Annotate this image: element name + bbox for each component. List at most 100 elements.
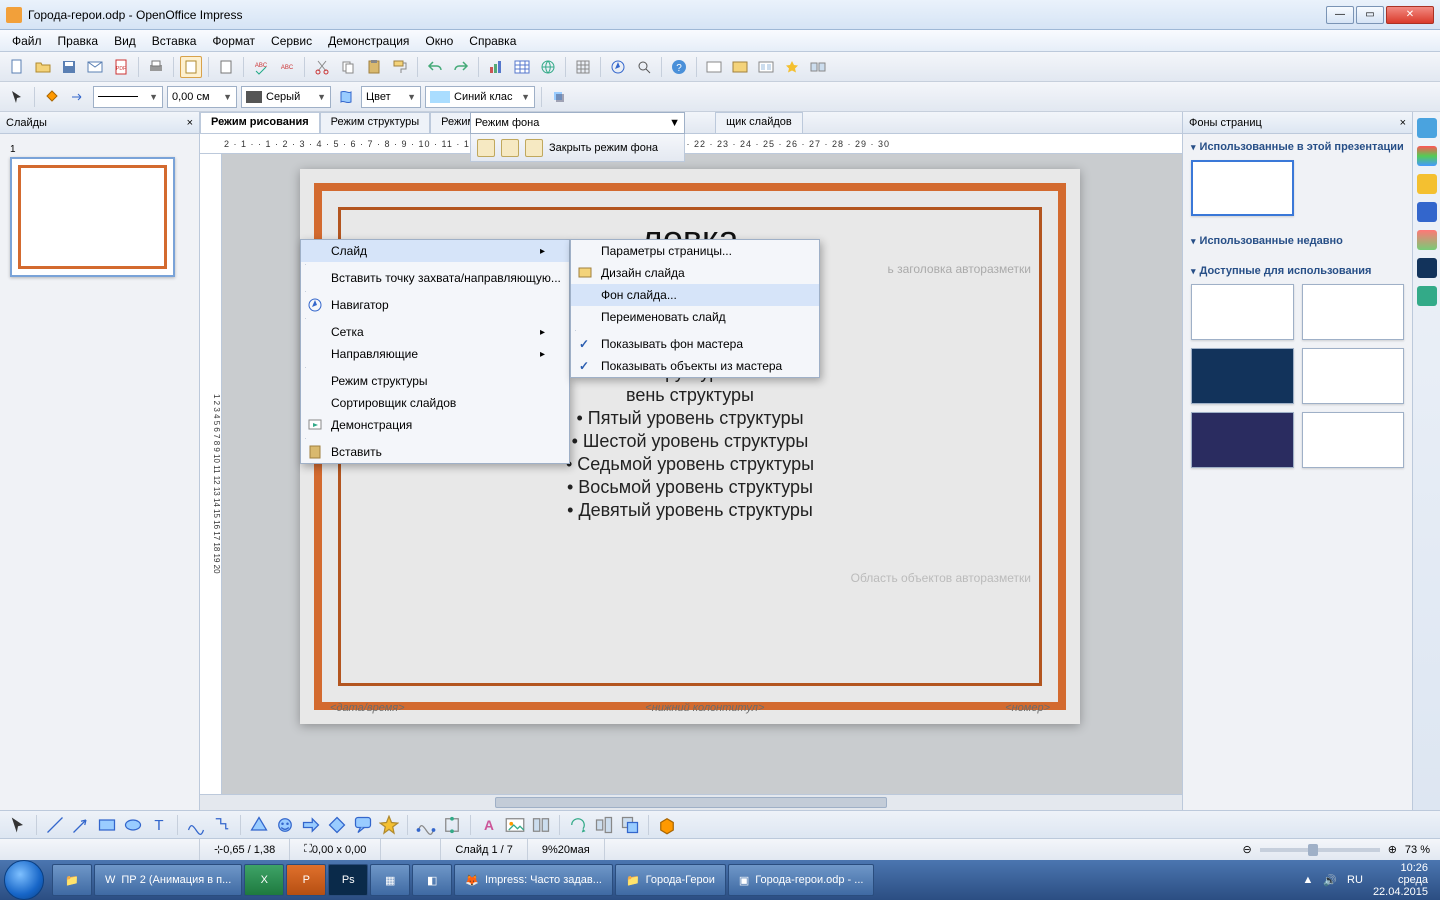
taskbar-word[interactable]: W ПР 2 (Анимация в п... [94,864,242,896]
master-thumb[interactable] [1191,412,1294,468]
points-edit-icon[interactable] [416,815,436,835]
gluepoints-icon[interactable] [442,815,462,835]
footer-mid[interactable]: <нижний колонтитул> [645,702,764,714]
section-used-presentation[interactable]: Использованные в этой презентации [1191,138,1404,156]
line-style-combo[interactable]: ▼ [93,86,163,108]
fill-color-icon[interactable] [41,86,63,108]
horizontal-scrollbar[interactable] [200,794,1182,810]
slide-thumbnail[interactable] [10,157,175,277]
fill-color-combo[interactable]: Синий клас▼ [425,86,535,108]
footer-date[interactable]: <дата/время> [330,702,405,714]
fill-type-combo[interactable]: Цвет▼ [361,86,421,108]
zoom-out-icon[interactable]: ⊖ [1242,843,1251,856]
section-available[interactable]: Доступные для использования [1191,262,1404,280]
zoom-value[interactable]: 73 % [1405,844,1430,856]
navigator-icon[interactable] [607,56,629,78]
text-tool-icon[interactable]: T [149,815,169,835]
menu-edit[interactable]: Правка [52,32,105,50]
format-paint-icon[interactable] [389,56,411,78]
taskbar-ps-icon[interactable]: Ps [328,864,368,896]
menu-insert[interactable]: Вставка [146,32,203,50]
open-icon[interactable] [32,56,54,78]
export-icon[interactable] [215,56,237,78]
close-bgmode-label[interactable]: Закрыть режим фона [549,142,658,154]
symbol-shapes-icon[interactable] [275,815,295,835]
tray-network-icon[interactable]: 🔊 [1323,874,1337,887]
ctx-grid[interactable]: Сетка▸ [301,321,569,343]
taskbar-excel-icon[interactable]: X [244,864,284,896]
grid-icon[interactable] [572,56,594,78]
basic-shapes-icon[interactable] [249,815,269,835]
ctx-insert-point[interactable]: Вставить точку захвата/направляющую... [301,267,569,289]
slidedesign-icon[interactable] [729,56,751,78]
autospell-icon[interactable]: ABC [276,56,298,78]
save-icon[interactable] [58,56,80,78]
sidebar-animation-icon[interactable] [1417,230,1437,250]
minimize-button[interactable]: — [1326,6,1354,24]
taskbar-impress[interactable]: ▣ Города-герои.odp - ... [728,864,875,896]
edit-doc-icon[interactable] [180,56,202,78]
bgaction-icon-3[interactable] [525,139,543,157]
bgaction-icon-2[interactable] [501,139,519,157]
master-thumb[interactable] [1191,348,1294,404]
sidebar-styles-icon[interactable] [1417,258,1437,278]
ctx-rename-slide[interactable]: Переименовать слайд [571,306,819,328]
ellipse-tool-icon[interactable] [123,815,143,835]
footer-number[interactable]: <номер> [1005,702,1050,714]
ctx-slide-design[interactable]: Дизайн слайда [571,262,819,284]
curve-tool-icon[interactable] [186,815,206,835]
master-thumb[interactable] [1302,284,1405,340]
ctx-show-master-obj[interactable]: ✓Показывать объекты из мастера [571,355,819,377]
zoom-icon[interactable] [633,56,655,78]
arrow-tool-icon[interactable] [6,86,28,108]
menu-window[interactable]: Окно [419,32,459,50]
block-arrows-icon[interactable] [301,815,321,835]
ctx-slide[interactable]: Слайд▸ [301,240,569,262]
ctx-sorter[interactable]: Сортировщик слайдов [301,392,569,414]
area-icon[interactable] [335,86,357,108]
master-thumb[interactable] [1191,284,1294,340]
taskbar-folder[interactable]: 📁 Города-Герои [615,864,726,896]
rotate-icon[interactable] [568,815,588,835]
callout-icon[interactable] [353,815,373,835]
taskbar-firefox[interactable]: 🦊 Impress: Часто задав... [454,864,613,896]
bgaction-icon-1[interactable] [477,139,495,157]
hyperlink-icon[interactable] [537,56,559,78]
insert-image-icon[interactable] [505,815,525,835]
close-button[interactable]: ✕ [1386,6,1434,24]
master-thumb[interactable] [1191,160,1294,216]
zoom-slider[interactable] [1260,848,1380,852]
background-mode-combo[interactable]: Режим фона ▼ [470,112,685,134]
help-icon[interactable]: ? [668,56,690,78]
start-button[interactable] [4,860,44,900]
slide-icon[interactable] [703,56,725,78]
chart-icon[interactable] [485,56,507,78]
arrange-icon[interactable] [620,815,640,835]
undo-icon[interactable] [424,56,446,78]
sidebar-properties-icon[interactable] [1417,118,1437,138]
print-icon[interactable] [145,56,167,78]
shadow-icon[interactable] [548,86,570,108]
sidebar-navigator-icon[interactable] [1417,286,1437,306]
maximize-button[interactable]: ▭ [1356,6,1384,24]
extrusion-icon[interactable] [657,815,677,835]
sidebar-master-icon[interactable] [1417,146,1437,166]
rect-tool-icon[interactable] [97,815,117,835]
cut-icon[interactable] [311,56,333,78]
sidebar-transition-icon[interactable] [1417,202,1437,222]
fontwork-icon[interactable]: A [479,815,499,835]
line-color-combo[interactable]: Серый▼ [241,86,331,108]
select-tool-icon[interactable] [8,815,28,835]
zoom-in-icon[interactable]: ⊕ [1388,843,1397,856]
spellcheck-abc-icon[interactable]: ABC [250,56,272,78]
tab-outline[interactable]: Режим структуры [320,112,431,133]
section-recently-used[interactable]: Использованные недавно [1191,232,1404,250]
table-icon[interactable] [511,56,533,78]
tray-lang-icon[interactable]: RU [1347,874,1363,886]
menu-format[interactable]: Формат [206,32,261,50]
ctx-slide-background[interactable]: Фон слайда... [571,284,819,306]
gallery-icon[interactable] [531,815,551,835]
master-thumb[interactable] [1302,348,1405,404]
line-tool-icon[interactable] [45,815,65,835]
ctx-show-master-bg[interactable]: ✓Показывать фон мастера [571,333,819,355]
